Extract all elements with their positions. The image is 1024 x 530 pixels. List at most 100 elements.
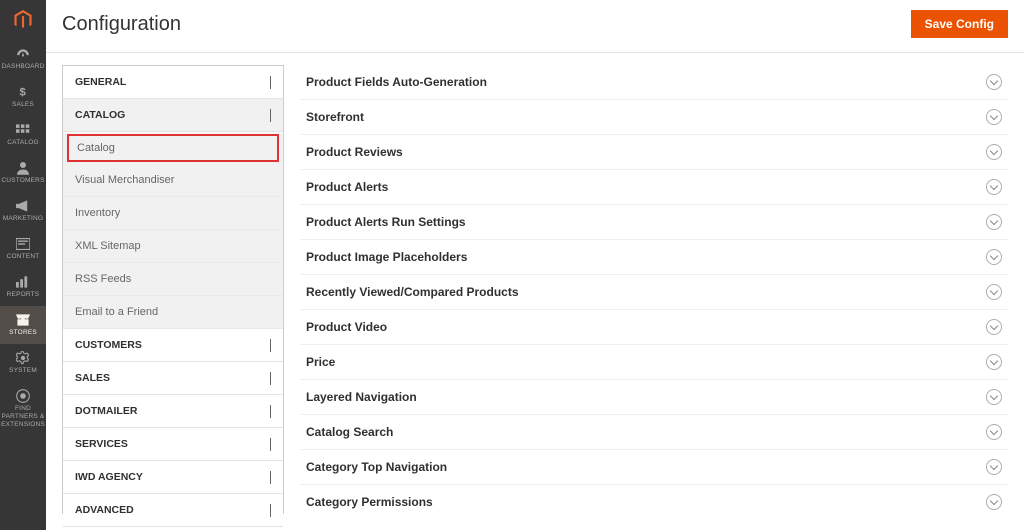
config-item-visual-merchandiser[interactable]: Visual Merchandiser [63, 164, 283, 197]
stores-icon [15, 313, 31, 327]
setting-label: Layered Navigation [306, 390, 417, 404]
nav-system[interactable]: SYSTEM [0, 344, 46, 382]
expand-icon [986, 354, 1002, 370]
setting-product-video[interactable]: Product Video [300, 310, 1008, 345]
expand-icon [986, 179, 1002, 195]
chevron-down-icon [270, 339, 271, 351]
expand-icon [986, 319, 1002, 335]
nav-label: STORES [9, 329, 37, 337]
save-config-button[interactable]: Save Config [911, 10, 1008, 38]
page-header: Configuration Save Config [46, 0, 1024, 52]
setting-label: Category Top Navigation [306, 460, 447, 474]
config-section-dotmailer[interactable]: DOTMAILER [63, 395, 283, 428]
setting-label: Catalog Search [306, 425, 393, 439]
setting-label: Product Alerts [306, 180, 388, 194]
nav-dashboard[interactable]: DASHBOARD [0, 40, 46, 78]
nav-label: MARKETING [3, 215, 43, 223]
setting-price[interactable]: Price [300, 345, 1008, 380]
dashboard-icon [15, 47, 31, 61]
nav-reports[interactable]: REPORTS [0, 268, 46, 306]
setting-label: Price [306, 355, 335, 369]
section-label: GENERAL [75, 76, 126, 88]
setting-label: Product Fields Auto-Generation [306, 75, 487, 89]
setting-product-image-placeholders[interactable]: Product Image Placeholders [300, 240, 1008, 275]
nav-partners[interactable]: FIND PARTNERS & EXTENSIONS [0, 382, 46, 436]
nav-marketing[interactable]: MARKETING [0, 192, 46, 230]
expand-icon [986, 459, 1002, 475]
setting-product-alerts[interactable]: Product Alerts [300, 170, 1008, 205]
config-item-xml-sitemap[interactable]: XML Sitemap [63, 230, 283, 263]
nav-customers[interactable]: CUSTOMERS [0, 154, 46, 192]
page-title: Configuration [62, 13, 181, 36]
expand-icon [986, 284, 1002, 300]
expand-icon [986, 74, 1002, 90]
setting-label: Recently Viewed/Compared Products [306, 285, 519, 299]
nav-label: CONTENT [7, 253, 40, 261]
setting-product-alerts-run[interactable]: Product Alerts Run Settings [300, 205, 1008, 240]
nav-content[interactable]: CONTENT [0, 230, 46, 268]
config-section-catalog[interactable]: CATALOG [63, 99, 283, 132]
expand-icon [986, 424, 1002, 440]
setting-label: Category Permissions [306, 495, 433, 509]
sales-icon: $ [15, 85, 31, 99]
config-item-catalog[interactable]: Catalog [67, 134, 279, 162]
config-section-advanced[interactable]: ADVANCED [63, 494, 283, 527]
nav-label: SYSTEM [9, 367, 37, 375]
setting-label: Product Reviews [306, 145, 403, 159]
section-label: SERVICES [75, 438, 128, 450]
main-navigation: DASHBOARD $ SALES CATALOG CUSTOMERS MARK… [0, 0, 46, 530]
settings-panel: Product Fields Auto-Generation Storefron… [300, 65, 1008, 514]
partners-icon [15, 389, 31, 403]
section-label: IWD AGENCY [75, 471, 143, 483]
section-label: DOTMAILER [75, 405, 137, 417]
config-section-iwd-agency[interactable]: IWD AGENCY [63, 461, 283, 494]
config-item-inventory[interactable]: Inventory [63, 197, 283, 230]
chevron-down-icon [270, 504, 271, 516]
expand-icon [986, 109, 1002, 125]
content-area: Configuration Save Config GENERAL CATALO… [46, 0, 1024, 530]
section-label: SALES [75, 372, 110, 384]
config-item-rss-feeds[interactable]: RSS Feeds [63, 263, 283, 296]
magento-logo[interactable] [0, 0, 46, 40]
setting-label: Product Video [306, 320, 387, 334]
reports-icon [15, 275, 31, 289]
setting-label: Storefront [306, 110, 364, 124]
config-item-email-friend[interactable]: Email to a Friend [63, 296, 283, 329]
marketing-icon [15, 199, 31, 213]
setting-category-permissions[interactable]: Category Permissions [300, 485, 1008, 514]
nav-label: FIND PARTNERS & EXTENSIONS [1, 405, 45, 429]
config-section-general[interactable]: GENERAL [63, 66, 283, 99]
config-section-services[interactable]: SERVICES [63, 428, 283, 461]
config-sublist-catalog: Catalog Visual Merchandiser Inventory XM… [63, 134, 283, 329]
setting-layered-navigation[interactable]: Layered Navigation [300, 380, 1008, 415]
setting-product-reviews[interactable]: Product Reviews [300, 135, 1008, 170]
config-section-customers[interactable]: CUSTOMERS [63, 329, 283, 362]
setting-recently-viewed[interactable]: Recently Viewed/Compared Products [300, 275, 1008, 310]
nav-catalog[interactable]: CATALOG [0, 116, 46, 154]
section-label: CATALOG [75, 109, 125, 121]
setting-catalog-search[interactable]: Catalog Search [300, 415, 1008, 450]
expand-icon [986, 389, 1002, 405]
setting-category-top-navigation[interactable]: Category Top Navigation [300, 450, 1008, 485]
section-label: CUSTOMERS [75, 339, 142, 351]
expand-icon [986, 144, 1002, 160]
chevron-up-icon [270, 109, 271, 121]
chevron-down-icon [270, 471, 271, 483]
nav-label: REPORTS [7, 291, 40, 299]
chevron-down-icon [270, 372, 271, 384]
setting-label: Product Alerts Run Settings [306, 215, 466, 229]
expand-icon [986, 494, 1002, 510]
config-section-sales[interactable]: SALES [63, 362, 283, 395]
nav-label: SALES [12, 101, 34, 109]
catalog-icon [15, 123, 31, 137]
nav-sales[interactable]: $ SALES [0, 78, 46, 116]
svg-text:$: $ [20, 87, 27, 99]
content-icon [15, 237, 31, 251]
expand-icon [986, 249, 1002, 265]
setting-product-fields-auto-generation[interactable]: Product Fields Auto-Generation [300, 65, 1008, 100]
expand-icon [986, 214, 1002, 230]
nav-stores[interactable]: STORES [0, 306, 46, 344]
setting-storefront[interactable]: Storefront [300, 100, 1008, 135]
nav-label: DASHBOARD [2, 63, 45, 71]
chevron-down-icon [270, 76, 271, 88]
